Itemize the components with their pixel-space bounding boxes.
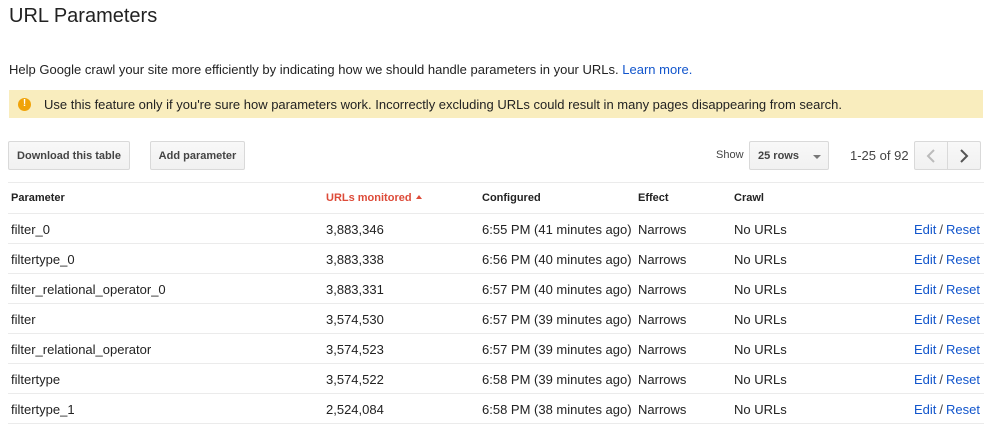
cell-parameter: filter bbox=[11, 312, 36, 327]
cell-configured: 6:57 PM (39 minutes ago) bbox=[482, 312, 632, 327]
next-page-button[interactable] bbox=[947, 141, 981, 170]
table-row: filtertype 3,574,522 6:58 PM (39 minutes a… bbox=[8, 364, 984, 394]
cell-crawl: No URLs bbox=[734, 372, 787, 387]
download-table-button[interactable]: Download this table bbox=[8, 141, 130, 170]
row-actions: Edit / Reset bbox=[914, 372, 980, 387]
cell-effect: Narrows bbox=[638, 252, 687, 267]
cell-urls-monitored: 3,574,522 bbox=[326, 372, 384, 387]
cell-crawl: No URLs bbox=[734, 402, 787, 417]
row-actions: Edit / Reset bbox=[914, 312, 980, 327]
cell-configured: 6:58 PM (38 minutes ago) bbox=[482, 402, 632, 417]
cell-urls-monitored: 3,883,338 bbox=[326, 252, 384, 267]
row-actions: Edit / Reset bbox=[914, 252, 980, 267]
reset-link[interactable]: Reset bbox=[946, 372, 980, 387]
column-header-crawl[interactable]: Crawl bbox=[734, 192, 764, 204]
table-header: Parameter URLs monitored Configured Effe… bbox=[8, 182, 984, 214]
column-header-configured[interactable]: Configured bbox=[482, 192, 541, 204]
learn-more-link[interactable]: Learn more. bbox=[622, 62, 692, 77]
cell-crawl: No URLs bbox=[734, 252, 787, 267]
reset-link[interactable]: Reset bbox=[946, 282, 980, 297]
reset-link[interactable]: Reset bbox=[946, 312, 980, 327]
edit-link[interactable]: Edit bbox=[914, 402, 936, 417]
intro-description: Help Google crawl your site more efficie… bbox=[9, 62, 619, 77]
cell-urls-monitored: 3,574,530 bbox=[326, 312, 384, 327]
show-label: Show bbox=[716, 149, 744, 161]
action-separator: / bbox=[939, 282, 944, 297]
cell-parameter: filtertype bbox=[11, 372, 61, 387]
column-header-urls-monitored[interactable]: URLs monitored bbox=[326, 192, 422, 204]
edit-link[interactable]: Edit bbox=[914, 252, 936, 267]
cell-configured: 6:57 PM (39 minutes ago) bbox=[482, 342, 632, 357]
action-separator: / bbox=[939, 402, 944, 417]
cell-effect: Narrows bbox=[638, 402, 687, 417]
edit-link[interactable]: Edit bbox=[914, 312, 936, 327]
cell-urls-monitored: 3,883,331 bbox=[326, 282, 384, 297]
table-row: filter_0 3,883,346 6:55 PM (41 minutes ago… bbox=[8, 214, 984, 244]
sort-ascending-icon bbox=[415, 195, 422, 199]
cell-crawl: No URLs bbox=[734, 222, 787, 237]
parameters-table: Parameter URLs monitored Configured Effe… bbox=[8, 182, 984, 424]
rows-per-page-value: 25 rows bbox=[758, 149, 799, 162]
reset-link[interactable]: Reset bbox=[946, 252, 980, 267]
cell-parameter: filter_relational_operator_0 bbox=[11, 282, 166, 297]
previous-page-button[interactable] bbox=[914, 141, 948, 170]
add-parameter-button[interactable]: Add parameter bbox=[150, 141, 245, 170]
row-actions: Edit / Reset bbox=[914, 342, 980, 357]
reset-link[interactable]: Reset bbox=[946, 222, 980, 237]
table-row: filter 3,574,530 6:57 PM (39 minutes ago) N… bbox=[8, 304, 984, 334]
action-separator: / bbox=[939, 372, 944, 387]
action-separator: / bbox=[939, 252, 944, 267]
action-separator: / bbox=[939, 222, 944, 237]
cell-parameter: filter_0 bbox=[11, 222, 51, 237]
edit-link[interactable]: Edit bbox=[914, 282, 936, 297]
action-separator: / bbox=[939, 342, 944, 357]
chevron-right-icon bbox=[960, 148, 969, 163]
cell-effect: Narrows bbox=[638, 372, 687, 387]
table-row: filtertype_1 2,524,084 6:58 PM (38 minutes… bbox=[8, 394, 984, 424]
cell-urls-monitored: 3,574,523 bbox=[326, 342, 384, 357]
cell-configured: 6:58 PM (39 minutes ago) bbox=[482, 372, 632, 387]
edit-link[interactable]: Edit bbox=[914, 372, 936, 387]
cell-crawl: No URLs bbox=[734, 282, 787, 297]
cell-crawl: No URLs bbox=[734, 342, 787, 357]
warning-text: Use this feature only if you're sure how… bbox=[44, 96, 843, 112]
column-header-parameter[interactable]: Parameter bbox=[11, 192, 65, 204]
table-row: filter_relational_operator_0 3,883,331 6:5… bbox=[8, 274, 984, 304]
column-header-urls-label: URLs monitored bbox=[326, 192, 412, 204]
reset-link[interactable]: Reset bbox=[946, 402, 980, 417]
warning-icon: ! bbox=[18, 97, 31, 111]
table-row: filtertype_0 3,883,338 6:56 PM (40 minutes… bbox=[8, 244, 984, 274]
cell-effect: Narrows bbox=[638, 342, 687, 357]
pagination-range: 1-25 of 92 bbox=[850, 148, 909, 163]
chevron-left-icon bbox=[926, 148, 935, 163]
table-body: filter_0 3,883,346 6:55 PM (41 minutes ago… bbox=[8, 214, 984, 424]
row-actions: Edit / Reset bbox=[914, 402, 980, 417]
cell-parameter: filtertype_1 bbox=[11, 402, 75, 417]
cell-configured: 6:56 PM (40 minutes ago) bbox=[482, 252, 632, 267]
cell-configured: 6:55 PM (41 minutes ago) bbox=[482, 222, 632, 237]
chevron-down-icon bbox=[813, 155, 821, 159]
cell-urls-monitored: 2,524,084 bbox=[326, 402, 384, 417]
reset-link[interactable]: Reset bbox=[946, 342, 980, 357]
warning-banner: ! Use this feature only if you're sure h… bbox=[9, 90, 983, 118]
cell-effect: Narrows bbox=[638, 312, 687, 327]
cell-effect: Narrows bbox=[638, 282, 687, 297]
edit-link[interactable]: Edit bbox=[914, 342, 936, 357]
cell-parameter: filter_relational_operator bbox=[11, 342, 152, 357]
cell-parameter: filtertype_0 bbox=[11, 252, 75, 267]
page-title: URL Parameters bbox=[9, 5, 158, 27]
column-header-effect[interactable]: Effect bbox=[638, 192, 669, 204]
cell-crawl: No URLs bbox=[734, 312, 787, 327]
edit-link[interactable]: Edit bbox=[914, 222, 936, 237]
row-actions: Edit / Reset bbox=[914, 282, 980, 297]
action-separator: / bbox=[939, 312, 944, 327]
cell-effect: Narrows bbox=[638, 222, 687, 237]
row-actions: Edit / Reset bbox=[914, 222, 980, 237]
rows-per-page-select[interactable]: 25 rows bbox=[749, 141, 829, 170]
cell-configured: 6:57 PM (40 minutes ago) bbox=[482, 282, 632, 297]
cell-urls-monitored: 3,883,346 bbox=[326, 222, 384, 237]
table-row: filter_relational_operator 3,574,523 6:57 … bbox=[8, 334, 984, 364]
intro-text: Help Google crawl your site more efficie… bbox=[9, 62, 692, 77]
